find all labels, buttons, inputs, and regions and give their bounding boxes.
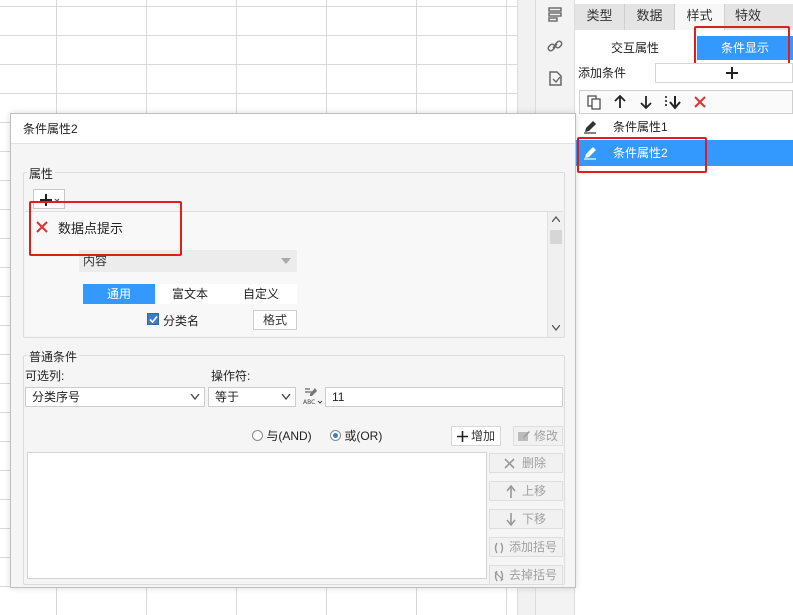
content-select-value: 内容: [83, 254, 108, 268]
radio-and[interactable]: 与(AND): [252, 429, 312, 443]
highlight-box-data-point-tip: [29, 201, 182, 256]
condition-attribute-dialog: 条件属性2 属性 数据点提示 内容 通用 富文本 自定义 分类名 格式 普通条件: [10, 113, 576, 588]
conditions-list[interactable]: [27, 452, 487, 579]
modify-button[interactable]: 修改: [513, 426, 563, 446]
tab-rich-text[interactable]: 富文本: [155, 284, 225, 304]
condition-attribute-icon[interactable]: [545, 68, 565, 88]
category-checkbox-label: 分类名: [163, 314, 200, 328]
delete-icon[interactable]: [692, 94, 708, 110]
radio-button[interactable]: [252, 430, 263, 441]
chevron-down-icon: [281, 258, 291, 264]
value-input-text: 11: [332, 390, 345, 404]
value-input[interactable]: 11: [325, 387, 563, 407]
tab-data[interactable]: 数据: [625, 4, 675, 30]
operator-label: 操作符:: [211, 369, 251, 383]
check-icon: [149, 315, 158, 324]
normal-conditions-legend: 普通条件: [27, 348, 80, 365]
add-condition-field[interactable]: [655, 63, 793, 83]
scroll-thumb[interactable]: [550, 230, 562, 244]
radio-or[interactable]: 或(OR): [330, 429, 382, 443]
condition-toolbar: [579, 90, 793, 114]
delete-button[interactable]: 删除: [489, 453, 563, 473]
format-button[interactable]: 格式: [253, 310, 297, 330]
add-button[interactable]: 增加: [451, 426, 501, 446]
move-bottom-icon[interactable]: [664, 94, 682, 110]
add-condition-label: 添加条件: [578, 66, 627, 80]
arrow-up-icon[interactable]: [612, 94, 628, 110]
radio-and-label: 与(AND): [266, 429, 312, 443]
content-tabs: 通用 富文本 自定义: [83, 284, 297, 304]
arrow-up-icon: [506, 485, 516, 498]
move-down-button[interactable]: 下移: [489, 509, 563, 529]
edit-icon[interactable]: [583, 120, 597, 134]
svg-text:ABC: ABC: [303, 399, 315, 406]
dialog-title: 条件属性2: [11, 114, 575, 144]
category-checkbox[interactable]: [147, 313, 159, 325]
plus-icon: [457, 431, 468, 442]
highlight-box-condition-item: [577, 137, 707, 173]
tab-custom[interactable]: 自定义: [225, 284, 297, 304]
close-icon: [504, 458, 515, 469]
cell-element-icon[interactable]: [545, 5, 565, 25]
chevron-down-icon: [281, 394, 291, 400]
value-type-icon[interactable]: ABC: [301, 386, 323, 408]
arrow-down-icon: [506, 513, 516, 526]
chevron-up-icon[interactable]: [552, 216, 560, 222]
hyperlink-icon[interactable]: [545, 36, 565, 56]
remove-bracket-button[interactable]: 去掉括号: [489, 565, 563, 585]
radio-button-selected[interactable]: [330, 430, 341, 441]
tab-type[interactable]: 类型: [575, 4, 625, 30]
tab-general[interactable]: 通用: [83, 284, 155, 304]
arrow-down-icon[interactable]: [638, 94, 654, 110]
add-bracket-button[interactable]: 添加括号: [489, 537, 563, 557]
subtab-interaction[interactable]: 交互属性: [585, 36, 685, 60]
modify-icon: [518, 431, 530, 441]
column-select-value: 分类序号: [32, 390, 81, 404]
move-up-button[interactable]: 上移: [489, 481, 563, 501]
column-label: 可选列:: [25, 369, 65, 383]
operator-select-value: 等于: [215, 390, 240, 404]
radio-or-label: 或(OR): [344, 429, 383, 443]
operator-select[interactable]: 等于: [208, 387, 296, 407]
property-list-scrollbar[interactable]: [547, 212, 563, 337]
column-select[interactable]: 分类序号: [25, 387, 205, 407]
copy-icon[interactable]: [586, 94, 602, 110]
right-property-panel: 类型 数据 样式 特效 交互属性 条件显示 添加条件 条件属性1 条件属性2: [575, 0, 793, 615]
plus-icon[interactable]: [725, 66, 739, 80]
chevron-down-icon: [190, 394, 200, 400]
properties-legend: 属性: [27, 165, 56, 182]
bracket-icon: [494, 542, 504, 554]
chevron-down-icon[interactable]: [552, 325, 560, 331]
remove-bracket-icon: [494, 570, 504, 582]
